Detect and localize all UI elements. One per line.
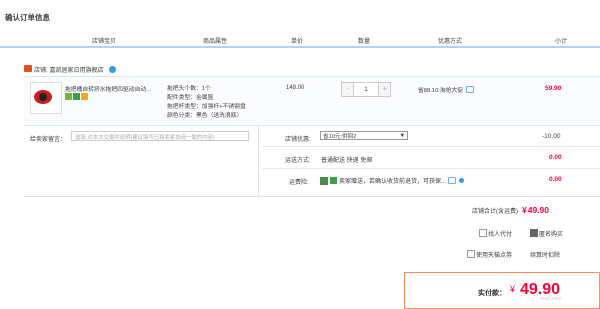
insurance-chat-icon[interactable] [448,177,457,184]
insurance-label: 运费险: [289,180,309,186]
unit-price: 148.00 [286,85,305,91]
shop-total-currency: ¥ [522,205,527,215]
watermark: tmall.com [540,296,562,302]
header-divider [0,46,600,48]
shop-total-label: 店铺合计(含运费) [472,209,518,215]
help-icon[interactable] [459,178,465,183]
col-header-item: 店铺宝贝 [92,39,117,45]
attr-line-1: 拖把头个数：1个 [167,86,211,92]
anonymous-pay-label: 找人代付 [488,232,513,238]
product-image-center [39,93,47,101]
shop-discount-label: 店铺优惠: [285,137,311,143]
deduct-note: 续算时扣除 [530,253,561,259]
shop-discount-select[interactable]: 省10元:供回2 ▼ [320,131,408,140]
insurance-badge-icon [330,177,337,184]
final-label: 实付款： [478,290,506,297]
insurance-info: 卖家赠送，若确认收货前退货，可获保... [320,176,465,185]
tmall-points-checkbox[interactable] [467,250,475,258]
page-title: 确认订单信息 [5,13,50,22]
col-header-price: 单价 [291,39,304,45]
row-divider [262,168,600,169]
qty-plus-button[interactable]: + [379,83,390,96]
row-divider [262,146,600,147]
shop-discount-amount: -10.00 [542,133,561,140]
anonymous-buy-label: 匿名购买 [539,232,564,238]
tag-card-icon [81,93,88,100]
attr-line-4: 颜色分类：黑色（送洗浪瓶） [167,113,243,119]
insurance-amount: 0.00 [549,176,562,183]
shop-prefix: 店铺: [34,68,48,74]
attr-line-2: 配件类型：金属篮 [167,95,214,101]
col-header-promo: 优惠方式 [438,39,463,45]
shipping-amount: 0.00 [549,154,562,161]
product-title-link[interactable]: 拖把桶自转挤水拖把四驱动自动... [65,84,151,93]
seller-message-input[interactable]: 选填:对本次交易的说明(建议填写已和卖家协商一致的内容) [71,131,249,141]
final-currency: ¥ [510,284,516,294]
item-subtotal: 59.90 [545,85,562,92]
shop-total-divider [24,196,600,197]
tag-green-icon [65,93,72,100]
shop-total-value: 49.90 [527,205,550,215]
service-tags [65,93,88,100]
column-divider [258,126,259,196]
col-header-qty: 数量 [358,39,371,45]
chevron-down-icon: ▼ [399,132,405,139]
shop-discount-value: 省10元:供回2 [323,133,357,140]
promo-text: 省88.10:淘抢大促 [418,88,464,94]
shipping-label: 运送方式: [285,158,311,164]
insurance-text: 卖家赠送，若确认收货前退货，可获保... [339,179,447,185]
anonymous-buy-checkbox[interactable] [530,229,538,237]
attr-line-3: 拖把杆类型：加强杆+不锈钢盘 [167,104,246,110]
shop-icon [24,65,32,72]
promo-info: 省88.10:淘抢大促 [418,85,475,94]
quantity-stepper: - 1 + [341,82,391,97]
shop-info: 店铺: 嘉凯居家日用旗舰店 [34,65,116,74]
shop-total: 店铺合计(含运费) ¥ 49.90 [472,205,549,215]
tag-seven-day-icon [73,93,80,100]
col-header-attrs: 商品属性 [203,39,228,45]
shipping-method: 普通配送 快递 免邮 [321,158,373,164]
tmall-points-label: 使用天猫点券 [476,253,513,259]
col-header-subtotal: 小计 [555,39,568,45]
qty-minus-button[interactable]: - [342,83,353,96]
insurance-checkbox[interactable] [320,176,328,185]
wangwang-chat-icon[interactable] [108,66,116,73]
qty-input[interactable]: 1 [353,83,379,96]
promo-detail-icon[interactable] [466,86,475,93]
shop-name-link[interactable]: 嘉凯居家日用旗舰店 [50,65,104,74]
anonymous-pay-checkbox[interactable] [479,229,487,237]
message-label: 给卖家留言： [30,137,67,143]
